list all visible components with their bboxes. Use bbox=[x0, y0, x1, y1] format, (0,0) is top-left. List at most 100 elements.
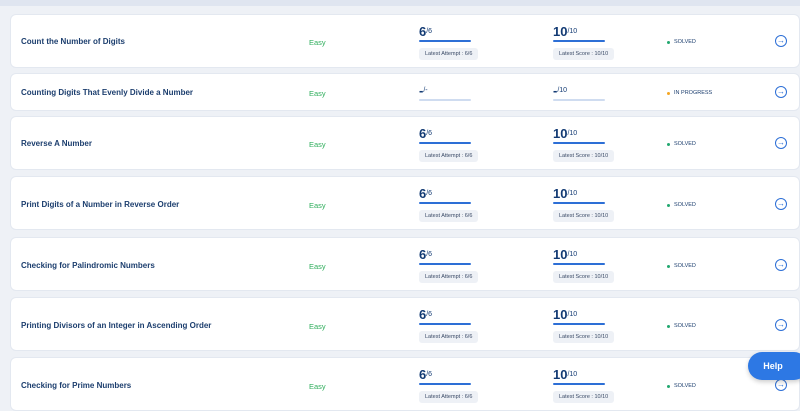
latest-score-badge: Latest Score : 10/10 bbox=[553, 271, 615, 283]
attempts-total: /6 bbox=[426, 130, 433, 137]
score-total: /10 bbox=[557, 87, 568, 94]
score-progress-bar bbox=[553, 263, 605, 265]
open-question-button[interactable]: → bbox=[775, 198, 787, 210]
open-question-button[interactable]: → bbox=[775, 259, 787, 271]
difficulty-label: Easy bbox=[309, 89, 326, 98]
open-question-button[interactable]: → bbox=[775, 137, 787, 149]
status-dot bbox=[667, 264, 670, 268]
attempts-total: /6 bbox=[426, 251, 433, 258]
help-button[interactable]: Help bbox=[748, 352, 800, 380]
difficulty-label: Easy bbox=[309, 262, 326, 271]
status-text: SOLVED bbox=[674, 263, 696, 269]
status-badge: SOLVED bbox=[667, 383, 696, 389]
question-title[interactable]: Checking for Prime Numbers bbox=[21, 381, 131, 390]
attempts-progress-bar bbox=[419, 202, 471, 204]
attempts-total: /6 bbox=[426, 371, 433, 378]
latest-attempt-badge: Latest Attempt : 6/6 bbox=[419, 391, 479, 403]
score-progress-bar bbox=[553, 99, 605, 101]
status-text: SOLVED bbox=[674, 323, 696, 329]
status-text: SOLVED bbox=[674, 202, 696, 208]
open-question-button[interactable]: → bbox=[775, 35, 787, 47]
status-badge: SOLVED bbox=[667, 141, 696, 147]
latest-attempt-badge: Latest Attempt : 6/6 bbox=[419, 271, 479, 283]
score-metric: 10/10 Latest Score : 10/10 bbox=[553, 367, 615, 403]
status-text: SOLVED bbox=[674, 383, 696, 389]
score-total: /10 bbox=[567, 130, 578, 137]
latest-attempt-badge: Latest Attempt : 6/6 bbox=[419, 48, 479, 60]
attempts-progress-bar bbox=[419, 383, 471, 385]
latest-score-badge: Latest Score : 10/10 bbox=[553, 331, 615, 343]
score-total: /10 bbox=[567, 371, 578, 378]
attempts-metric: 6/6 Latest Attempt : 6/6 bbox=[419, 248, 479, 283]
status-badge: SOLVED bbox=[667, 323, 696, 329]
attempts-metric: 6/6 Latest Attempt : 6/6 bbox=[419, 127, 479, 162]
table-row: Count the Number of Digits Easy 6/6 Late… bbox=[10, 14, 800, 68]
status-text: SOLVED bbox=[674, 141, 696, 147]
latest-attempt-badge: Latest Attempt : 6/6 bbox=[419, 331, 479, 343]
table-row: Counting Digits That Evenly Divide a Num… bbox=[10, 73, 800, 111]
table-header bbox=[0, 0, 800, 6]
arrow-right-icon: → bbox=[777, 260, 785, 269]
score-total: /10 bbox=[567, 190, 578, 197]
latest-score-badge: Latest Score : 10/10 bbox=[553, 210, 615, 222]
status-badge: SOLVED bbox=[667, 202, 696, 208]
score-progress-bar bbox=[553, 323, 605, 325]
difficulty-label: Easy bbox=[309, 201, 326, 210]
difficulty-label: Easy bbox=[309, 38, 326, 47]
attempts-progress-bar bbox=[419, 40, 471, 42]
score-progress-bar bbox=[553, 202, 605, 204]
question-title[interactable]: Checking for Palindromic Numbers bbox=[21, 261, 155, 270]
arrow-right-icon: → bbox=[777, 36, 785, 45]
attempts-metric: 6/6 Latest Attempt : 6/6 bbox=[419, 25, 479, 60]
score-metric: 10/10 Latest Score : 10/10 bbox=[553, 307, 615, 343]
arrow-right-icon: → bbox=[777, 138, 785, 147]
score-value: 10 bbox=[553, 367, 568, 382]
latest-attempt-badge: Latest Attempt : 6/6 bbox=[419, 150, 479, 162]
attempts-progress-bar bbox=[419, 142, 471, 144]
question-title[interactable]: Printing Divisors of an Integer in Ascen… bbox=[21, 321, 211, 330]
arrow-right-icon: → bbox=[777, 320, 785, 329]
status-dot bbox=[667, 142, 670, 146]
table-row: Printing Divisors of an Integer in Ascen… bbox=[10, 297, 800, 351]
score-progress-bar bbox=[553, 142, 605, 144]
attempts-metric: -/- bbox=[419, 84, 471, 101]
score-value: 10 bbox=[553, 186, 568, 201]
status-dot bbox=[667, 40, 670, 44]
difficulty-label: Easy bbox=[309, 382, 326, 391]
status-badge: IN PROGRESS bbox=[667, 90, 712, 96]
score-total: /10 bbox=[567, 28, 578, 35]
latest-score-badge: Latest Score : 10/10 bbox=[553, 391, 615, 403]
question-title[interactable]: Counting Digits That Evenly Divide a Num… bbox=[21, 88, 193, 97]
score-value: 10 bbox=[553, 126, 568, 141]
question-title[interactable]: Reverse A Number bbox=[21, 139, 92, 148]
score-metric: -/10 bbox=[553, 84, 605, 101]
open-question-button[interactable]: → bbox=[775, 86, 787, 98]
attempts-progress-bar bbox=[419, 323, 471, 325]
question-title[interactable]: Print Digits of a Number in Reverse Orde… bbox=[21, 200, 179, 209]
attempts-metric: 6/6 Latest Attempt : 6/6 bbox=[419, 308, 479, 343]
help-label: Help bbox=[763, 361, 783, 371]
score-progress-bar bbox=[553, 383, 605, 385]
status-dot bbox=[667, 324, 670, 328]
status-dot bbox=[667, 203, 670, 207]
score-metric: 10/10 Latest Score : 10/10 bbox=[553, 24, 615, 60]
score-value: 10 bbox=[553, 247, 568, 262]
open-question-button[interactable]: → bbox=[775, 319, 787, 331]
arrow-right-icon: → bbox=[777, 199, 785, 208]
question-title[interactable]: Count the Number of Digits bbox=[21, 37, 125, 46]
table-row: Reverse A Number Easy 6/6 Latest Attempt… bbox=[10, 116, 800, 170]
score-value: 10 bbox=[553, 24, 568, 39]
score-metric: 10/10 Latest Score : 10/10 bbox=[553, 186, 615, 222]
difficulty-label: Easy bbox=[309, 140, 326, 149]
attempts-progress-bar bbox=[419, 263, 471, 265]
score-total: /10 bbox=[567, 311, 578, 318]
open-question-button[interactable]: → bbox=[775, 379, 787, 391]
score-value: 10 bbox=[553, 307, 568, 322]
score-progress-bar bbox=[553, 40, 605, 42]
table-row: Print Digits of a Number in Reverse Orde… bbox=[10, 176, 800, 230]
table-row: Checking for Prime Numbers Easy 6/6 Late… bbox=[10, 357, 800, 411]
status-dot bbox=[667, 384, 670, 388]
latest-attempt-badge: Latest Attempt : 6/6 bbox=[419, 210, 479, 222]
attempts-metric: 6/6 Latest Attempt : 6/6 bbox=[419, 368, 479, 403]
difficulty-label: Easy bbox=[309, 322, 326, 331]
